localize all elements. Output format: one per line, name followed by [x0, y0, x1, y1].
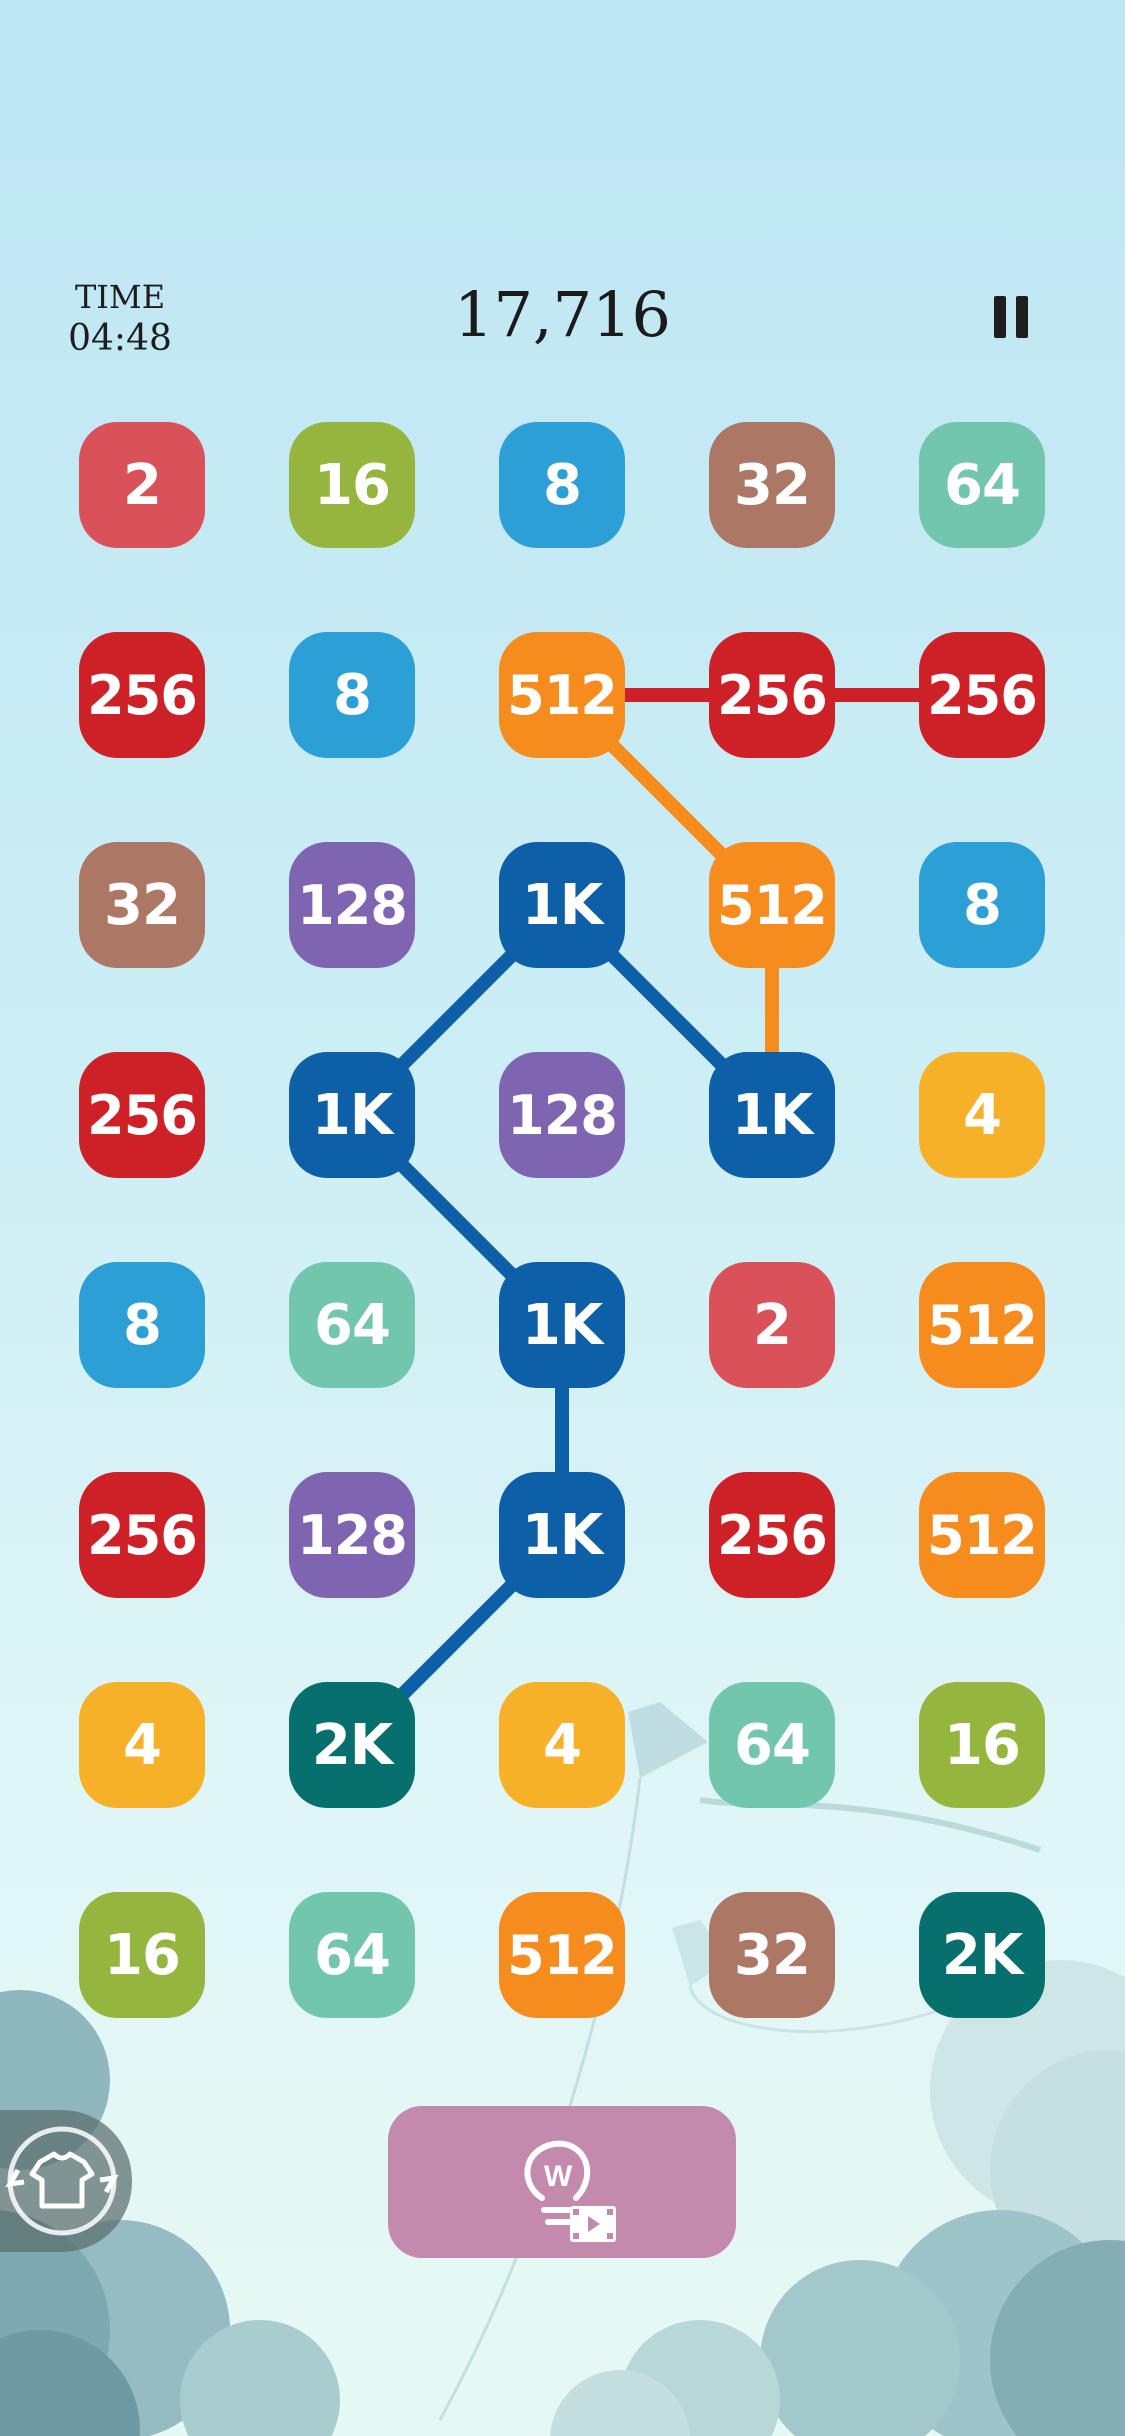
tile-r5-c4[interactable]: 2 — [709, 1262, 835, 1388]
hint-video-icon: W — [524, 2140, 616, 2242]
connection-lines — [345, 688, 989, 1752]
tile-r4-c2[interactable]: 1K — [289, 1052, 415, 1178]
tile-r5-c3[interactable]: 1K — [499, 1262, 625, 1388]
tile-r5-c5[interactable]: 512 — [919, 1262, 1045, 1388]
tile-r7-c4[interactable]: 64 — [709, 1682, 835, 1808]
tile-r4-c3[interactable]: 128 — [499, 1052, 625, 1178]
tile-r2-c2[interactable]: 8 — [289, 632, 415, 758]
tile-r5-c2[interactable]: 64 — [289, 1262, 415, 1388]
tile-r1-c5[interactable]: 64 — [919, 422, 1045, 548]
tile-r4-c5[interactable]: 4 — [919, 1052, 1045, 1178]
tile-r1-c3[interactable]: 8 — [499, 422, 625, 548]
tile-r3-c5[interactable]: 8 — [919, 842, 1045, 968]
tile-r3-c1[interactable]: 32 — [79, 842, 205, 968]
tile-r2-c4[interactable]: 256 — [709, 632, 835, 758]
tile-r6-c4[interactable]: 256 — [709, 1472, 835, 1598]
tile-r3-c3[interactable]: 1K — [499, 842, 625, 968]
tile-r3-c4[interactable]: 512 — [709, 842, 835, 968]
tile-r7-c1[interactable]: 4 — [79, 1682, 205, 1808]
tile-r4-c1[interactable]: 256 — [79, 1052, 205, 1178]
tile-r8-c2[interactable]: 64 — [289, 1892, 415, 2018]
tile-r8-c3[interactable]: 512 — [499, 1892, 625, 2018]
tile-r2-c3[interactable]: 512 — [499, 632, 625, 758]
tile-r2-c1[interactable]: 256 — [79, 632, 205, 758]
tile-r2-c5[interactable]: 256 — [919, 632, 1045, 758]
theme-shirt-icon — [5, 2126, 119, 2236]
tile-r6-c5[interactable]: 512 — [919, 1472, 1045, 1598]
tile-r8-c4[interactable]: 32 — [709, 1892, 835, 2018]
tile-r6-c2[interactable]: 128 — [289, 1472, 415, 1598]
tile-r6-c3[interactable]: 1K — [499, 1472, 625, 1598]
game-screen: TIME 04:48 17,716 2 16 8 32 64 256 8 512 256 256 3… — [0, 0, 1125, 2436]
theme-button[interactable] — [0, 2110, 132, 2252]
tile-r7-c5[interactable]: 16 — [919, 1682, 1045, 1808]
tile-r7-c2[interactable]: 2K — [289, 1682, 415, 1808]
tile-r6-c1[interactable]: 256 — [79, 1472, 205, 1598]
hint-letter: W — [544, 2160, 573, 2193]
tile-r8-c1[interactable]: 16 — [79, 1892, 205, 2018]
tile-r5-c1[interactable]: 8 — [79, 1262, 205, 1388]
tile-r1-c1[interactable]: 2 — [79, 422, 205, 548]
tile-r3-c2[interactable]: 128 — [289, 842, 415, 968]
tile-r4-c4[interactable]: 1K — [709, 1052, 835, 1178]
hint-button[interactable]: W — [388, 2106, 736, 2258]
tile-r1-c2[interactable]: 16 — [289, 422, 415, 548]
tile-r1-c4[interactable]: 32 — [709, 422, 835, 548]
tile-r8-c5[interactable]: 2K — [919, 1892, 1045, 2018]
tile-r7-c3[interactable]: 4 — [499, 1682, 625, 1808]
